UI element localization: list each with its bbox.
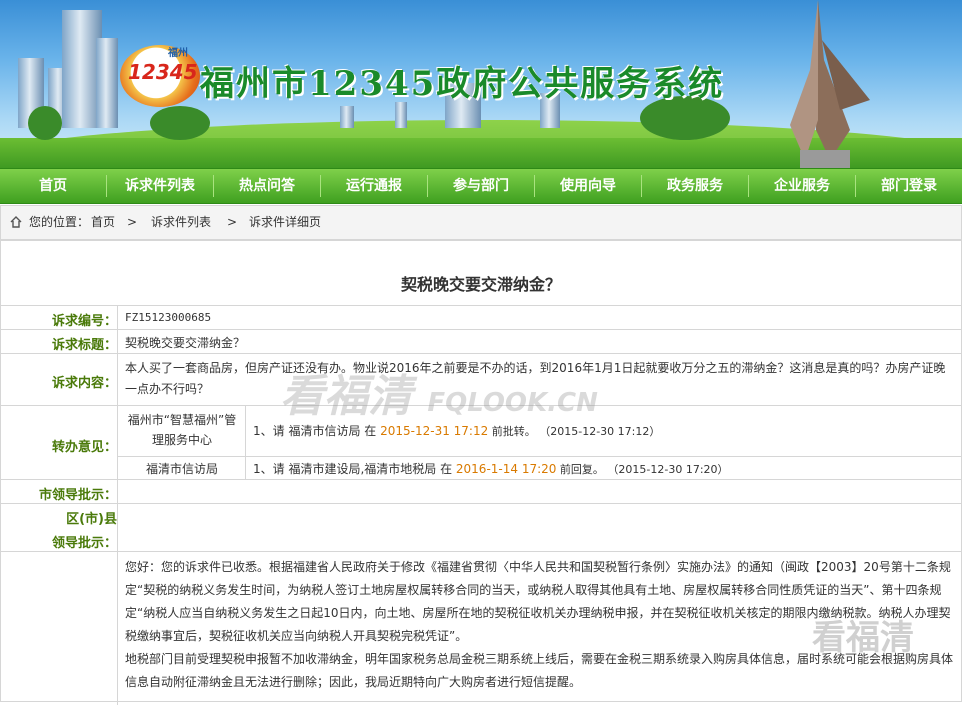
complaint-id-value: FZ15123000685 [125, 311, 212, 324]
transfer-org-2: 福清市信访局 [145, 462, 218, 476]
site-title: 福州市12345政府公共服务系统 [200, 64, 725, 104]
complaint-id-label: 诉求编号： [51, 314, 117, 329]
nav-dept-login[interactable]: 部门登录 [856, 169, 962, 203]
district-leader-label-1: 区(市)县 [66, 512, 117, 527]
row-district-leader: 区(市)县 领导批示： [1, 503, 961, 552]
transfer-deadline-1: 2015-12-31 17:12 [380, 424, 489, 438]
row-complaint-id: 诉求编号： FZ15123000685 [1, 305, 961, 330]
watermark-logo: 看福清 FQLOOK.CN [280, 360, 598, 424]
transfer-label: 转办意见： [51, 440, 117, 455]
breadcrumb-separator: > [127, 215, 138, 229]
city-leader-label: 市领导批示： [38, 488, 117, 503]
banner-building [395, 102, 407, 128]
transfer-instruction-1: 1、请 福清市信访局 在 2015-12-31 17:12 前批转。 （2015… [253, 422, 660, 439]
transfer-suffix-2: 前回复。 （2015-12-30 17:20） [556, 463, 729, 476]
transfer-instruction-2: 1、请 福清市建设局,福清市地税局 在 2016-1-14 17:20 前回复。… [253, 460, 729, 477]
transfer-org-1: 福州市“智慧福州”管理服务中心 [127, 413, 237, 447]
home-icon [10, 216, 22, 228]
nav-enterprise-service[interactable]: 企业服务 [749, 169, 855, 203]
breadcrumb: 您的位置： 首页 > 诉求件列表 > 诉求件详细页 [0, 205, 962, 240]
logo-number: 12345 [128, 60, 198, 84]
breadcrumb-current: 诉求件详细页 [249, 215, 322, 229]
transfer-prefix-2: 1、请 福清市建设局,福清市地税局 在 [253, 462, 456, 476]
nav-home[interactable]: 首页 [0, 169, 106, 203]
nav-gov-service[interactable]: 政务服务 [642, 169, 748, 203]
banner-building [96, 38, 118, 128]
transfer-row-divider [118, 456, 961, 457]
content-label: 诉求内容： [51, 376, 117, 391]
banner-building [340, 106, 354, 128]
nav-departments[interactable]: 参与部门 [428, 169, 534, 203]
breadcrumb-home[interactable]: 首页 [91, 206, 115, 239]
main-nav: 首页 诉求件列表 热点问答 运行通报 参与部门 使用向导 政务服务 企业服务 部… [0, 168, 962, 204]
logo-city: 福州 [168, 48, 188, 59]
detail-title: 契税晚交要交滞纳金？ [400, 275, 561, 294]
nav-operation-report[interactable]: 运行通报 [321, 169, 427, 203]
transfer-divider [245, 406, 246, 480]
nav-hot-qa[interactable]: 热点问答 [214, 169, 320, 203]
breadcrumb-complaint-list[interactable]: 诉求件列表 [151, 206, 211, 239]
subject-value: 契税晚交要交滞纳金？ [125, 336, 246, 350]
breadcrumb-prefix: 您的位置： [29, 215, 90, 229]
nav-complaint-list[interactable]: 诉求件列表 [107, 169, 213, 203]
subject-label: 诉求标题： [51, 338, 117, 353]
transfer-deadline-2: 2016-1-14 17:20 [455, 462, 557, 476]
banner-tree [150, 106, 210, 140]
nav-guide[interactable]: 使用向导 [535, 169, 641, 203]
district-leader-label-2: 领导批示： [51, 536, 117, 551]
header-banner: 福州 12345 福州市12345政府公共服务系统 [0, 0, 962, 168]
breadcrumb-separator: > [227, 215, 238, 229]
row-city-leader: 市领导批示： [1, 479, 961, 504]
transfer-prefix-1: 1、请 福清市信访局 在 [253, 424, 381, 438]
transfer-suffix-1: 前批转。 （2015-12-30 17:12） [488, 425, 661, 438]
watermark-cn: 看福清 [280, 371, 412, 422]
banner-tree [28, 106, 62, 140]
watermark-en: FQLOOK.CN [427, 388, 598, 418]
watermark-corner: 看福清 [812, 618, 914, 658]
sculpture-icon [790, 0, 870, 168]
row-subject: 诉求标题： 契税晚交要交滞纳金？ [1, 329, 961, 354]
